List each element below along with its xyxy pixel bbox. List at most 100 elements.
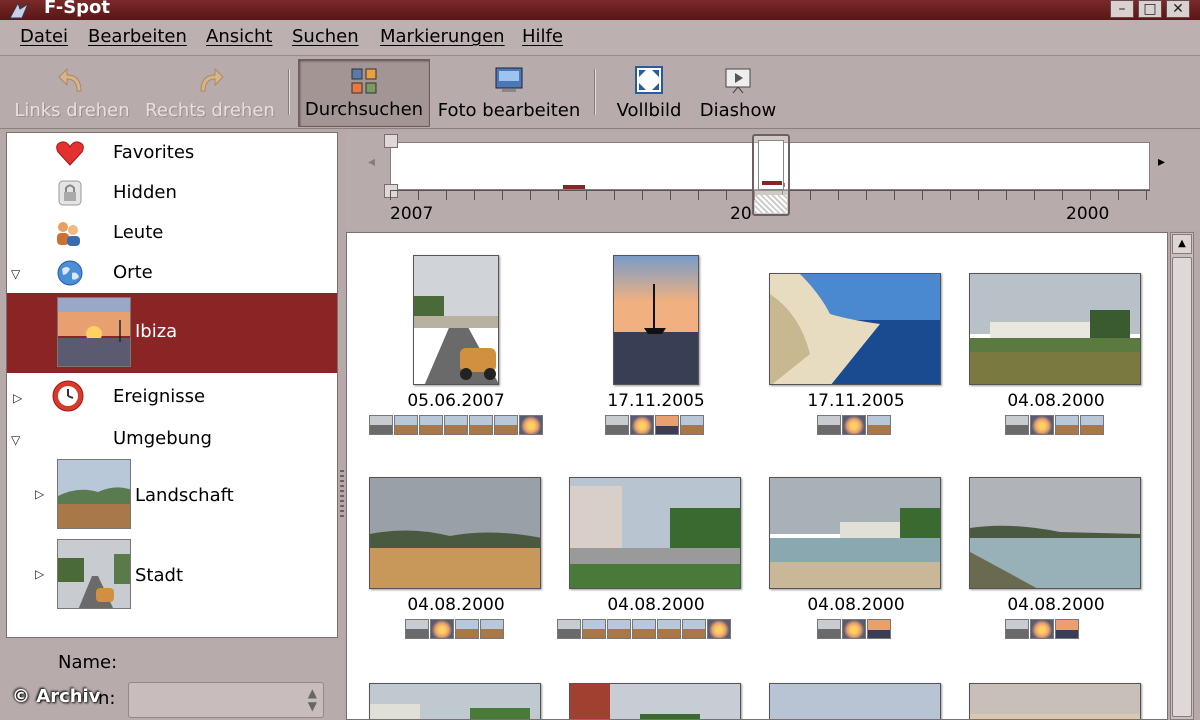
fullscreen-icon [635, 66, 663, 94]
photo-date: 05.06.2007 [407, 391, 505, 411]
clock-icon [52, 380, 84, 412]
slideshow-icon [725, 68, 751, 94]
tag-icon-strip [605, 415, 704, 435]
toolbar: Links drehen Rechts drehen Durchsuchen F… [0, 57, 1200, 129]
minimize-button[interactable]: – [1110, 0, 1134, 18]
tag-label: Orte [113, 262, 153, 283]
tag-city[interactable]: ▷ Stadt [7, 537, 337, 617]
tag-label: Stadt [135, 565, 183, 586]
timeline-left-arrow-icon[interactable]: ◂ [368, 154, 375, 170]
timeline-year-label: 2000 [1066, 204, 1110, 224]
browse-label: Durchsuchen [304, 99, 424, 120]
spin-arrows-icon: ▲ ▼ [307, 686, 317, 713]
photo-item[interactable]: 17.11.2005 [557, 249, 755, 489]
icon-combobox[interactable]: ▲ ▼ [128, 682, 324, 718]
timeline-bar [563, 185, 585, 189]
edit-photo-button[interactable]: Foto bearbeiten [434, 59, 584, 127]
pane-splitter[interactable] [340, 470, 344, 520]
slideshow-button[interactable]: Diashow [696, 59, 780, 127]
photo-thumbnail[interactable] [369, 683, 541, 719]
photo-thumbnail[interactable] [569, 683, 741, 719]
fullscreen-button[interactable]: Vollbild [610, 59, 688, 127]
tag-places[interactable]: ▽ Orte [7, 253, 337, 293]
photo-item[interactable]: 04.08.2000 [757, 455, 955, 695]
landscape-thumbnail [57, 459, 131, 529]
tag-icon-strip [817, 619, 891, 639]
photo-date: 04.08.2000 [1007, 391, 1105, 411]
photo-item[interactable]: 04.08.2000 [557, 455, 755, 695]
watermark: © Archiv [12, 686, 101, 707]
tag-icon-strip [1005, 619, 1079, 639]
tag-ibiza[interactable]: Ibiza [7, 293, 337, 373]
photo-thumbnail[interactable] [413, 255, 499, 385]
tag-surroundings[interactable]: ▽ Umgebung [7, 419, 337, 459]
photo-item[interactable]: 17.11.2005 [757, 249, 955, 489]
tag-label: Landschaft [135, 485, 234, 506]
photo-grid-scrollbar[interactable]: ▲ [1170, 232, 1194, 720]
maximize-button[interactable]: □ [1138, 0, 1162, 18]
ibiza-thumbnail [57, 297, 131, 367]
heart-icon [56, 141, 84, 166]
edit-photo-icon [495, 67, 523, 92]
photo-item[interactable]: 04.08.2000 [957, 249, 1155, 489]
photo-thumbnail[interactable] [969, 683, 1141, 719]
tag-landscape[interactable]: ▷ Landschaft [7, 457, 337, 537]
menu-bearbeiten[interactable]: Bearbeiten [88, 26, 187, 47]
photo-item[interactable]: 05.06.2007 [357, 249, 555, 489]
scroll-up-arrow-icon[interactable]: ▲ [1172, 234, 1192, 254]
tag-icon-strip [557, 619, 731, 639]
tag-properties-panel: Name: n: ▲ ▼ [0, 640, 344, 720]
browse-grid-icon [351, 68, 377, 94]
scrollbar-thumb[interactable] [1172, 257, 1192, 717]
rotate-right-label: Rechts drehen [145, 100, 275, 121]
menu-suchen[interactable]: Suchen [292, 26, 359, 47]
photo-thumbnail[interactable] [769, 273, 941, 385]
rotate-right-button[interactable]: Rechts drehen [142, 59, 278, 127]
expand-arrow-icon[interactable]: ▷ [13, 391, 22, 405]
photo-thumbnail[interactable] [969, 477, 1141, 589]
rotate-left-icon [58, 67, 82, 92]
photo-thumbnail[interactable] [969, 273, 1141, 385]
photo-thumbnail[interactable] [769, 477, 941, 589]
photo-item[interactable]: 04.08.2000 [357, 455, 555, 695]
timeline-range-start-handle[interactable] [384, 134, 398, 148]
toolbar-separator [288, 69, 290, 115]
edit-photo-label: Foto bearbeiten [437, 100, 581, 121]
toolbar-separator [594, 69, 596, 115]
icon-label: n: [98, 688, 116, 709]
browse-button[interactable]: Durchsuchen [298, 59, 430, 127]
rotate-left-button[interactable]: Links drehen [10, 59, 134, 127]
photo-date: 04.08.2000 [807, 595, 905, 615]
expand-arrow-icon[interactable]: ▷ [35, 567, 44, 581]
tag-hidden[interactable]: Hidden [7, 173, 337, 213]
globe-icon [57, 260, 83, 286]
menu-datei[interactable]: Datei [20, 26, 68, 47]
window-title: F-Spot [44, 0, 111, 18]
photo-thumbnail[interactable] [769, 683, 941, 719]
menu-ansicht[interactable]: Ansicht [206, 26, 272, 47]
timeline-year-label: 2007 [390, 204, 434, 224]
tag-events[interactable]: ▷ Ereignisse [7, 377, 337, 417]
collapse-arrow-icon[interactable]: ▽ [11, 267, 20, 281]
menu-markierungen[interactable]: Markierungen [380, 26, 505, 47]
timeline-magnifier[interactable] [752, 134, 790, 216]
tag-people[interactable]: Leute [7, 213, 337, 253]
expand-arrow-icon[interactable]: ▷ [35, 487, 44, 501]
tag-label: Ereignisse [113, 386, 206, 407]
tag-favorites[interactable]: Favorites [7, 133, 337, 173]
tag-icon-strip [817, 415, 891, 435]
photo-thumbnail[interactable] [569, 477, 741, 589]
tag-label: Favorites [113, 142, 195, 163]
timeline-right-arrow-icon[interactable]: ▸ [1158, 154, 1165, 170]
photo-thumbnail[interactable] [613, 255, 699, 385]
photo-thumbnail[interactable] [369, 477, 541, 589]
menu-bar: Datei Bearbeiten Ansicht Suchen Markieru… [0, 20, 1200, 56]
photo-item[interactable]: 04.08.2000 [957, 455, 1155, 695]
tag-icon-strip [369, 415, 543, 435]
close-button[interactable]: ✕ [1166, 0, 1190, 18]
collapse-arrow-icon[interactable]: ▽ [11, 433, 20, 447]
tag-icon-strip [405, 619, 504, 639]
menu-hilfe[interactable]: Hilfe [522, 26, 563, 47]
photo-date: 04.08.2000 [607, 595, 705, 615]
photo-date: 04.08.2000 [1007, 595, 1105, 615]
